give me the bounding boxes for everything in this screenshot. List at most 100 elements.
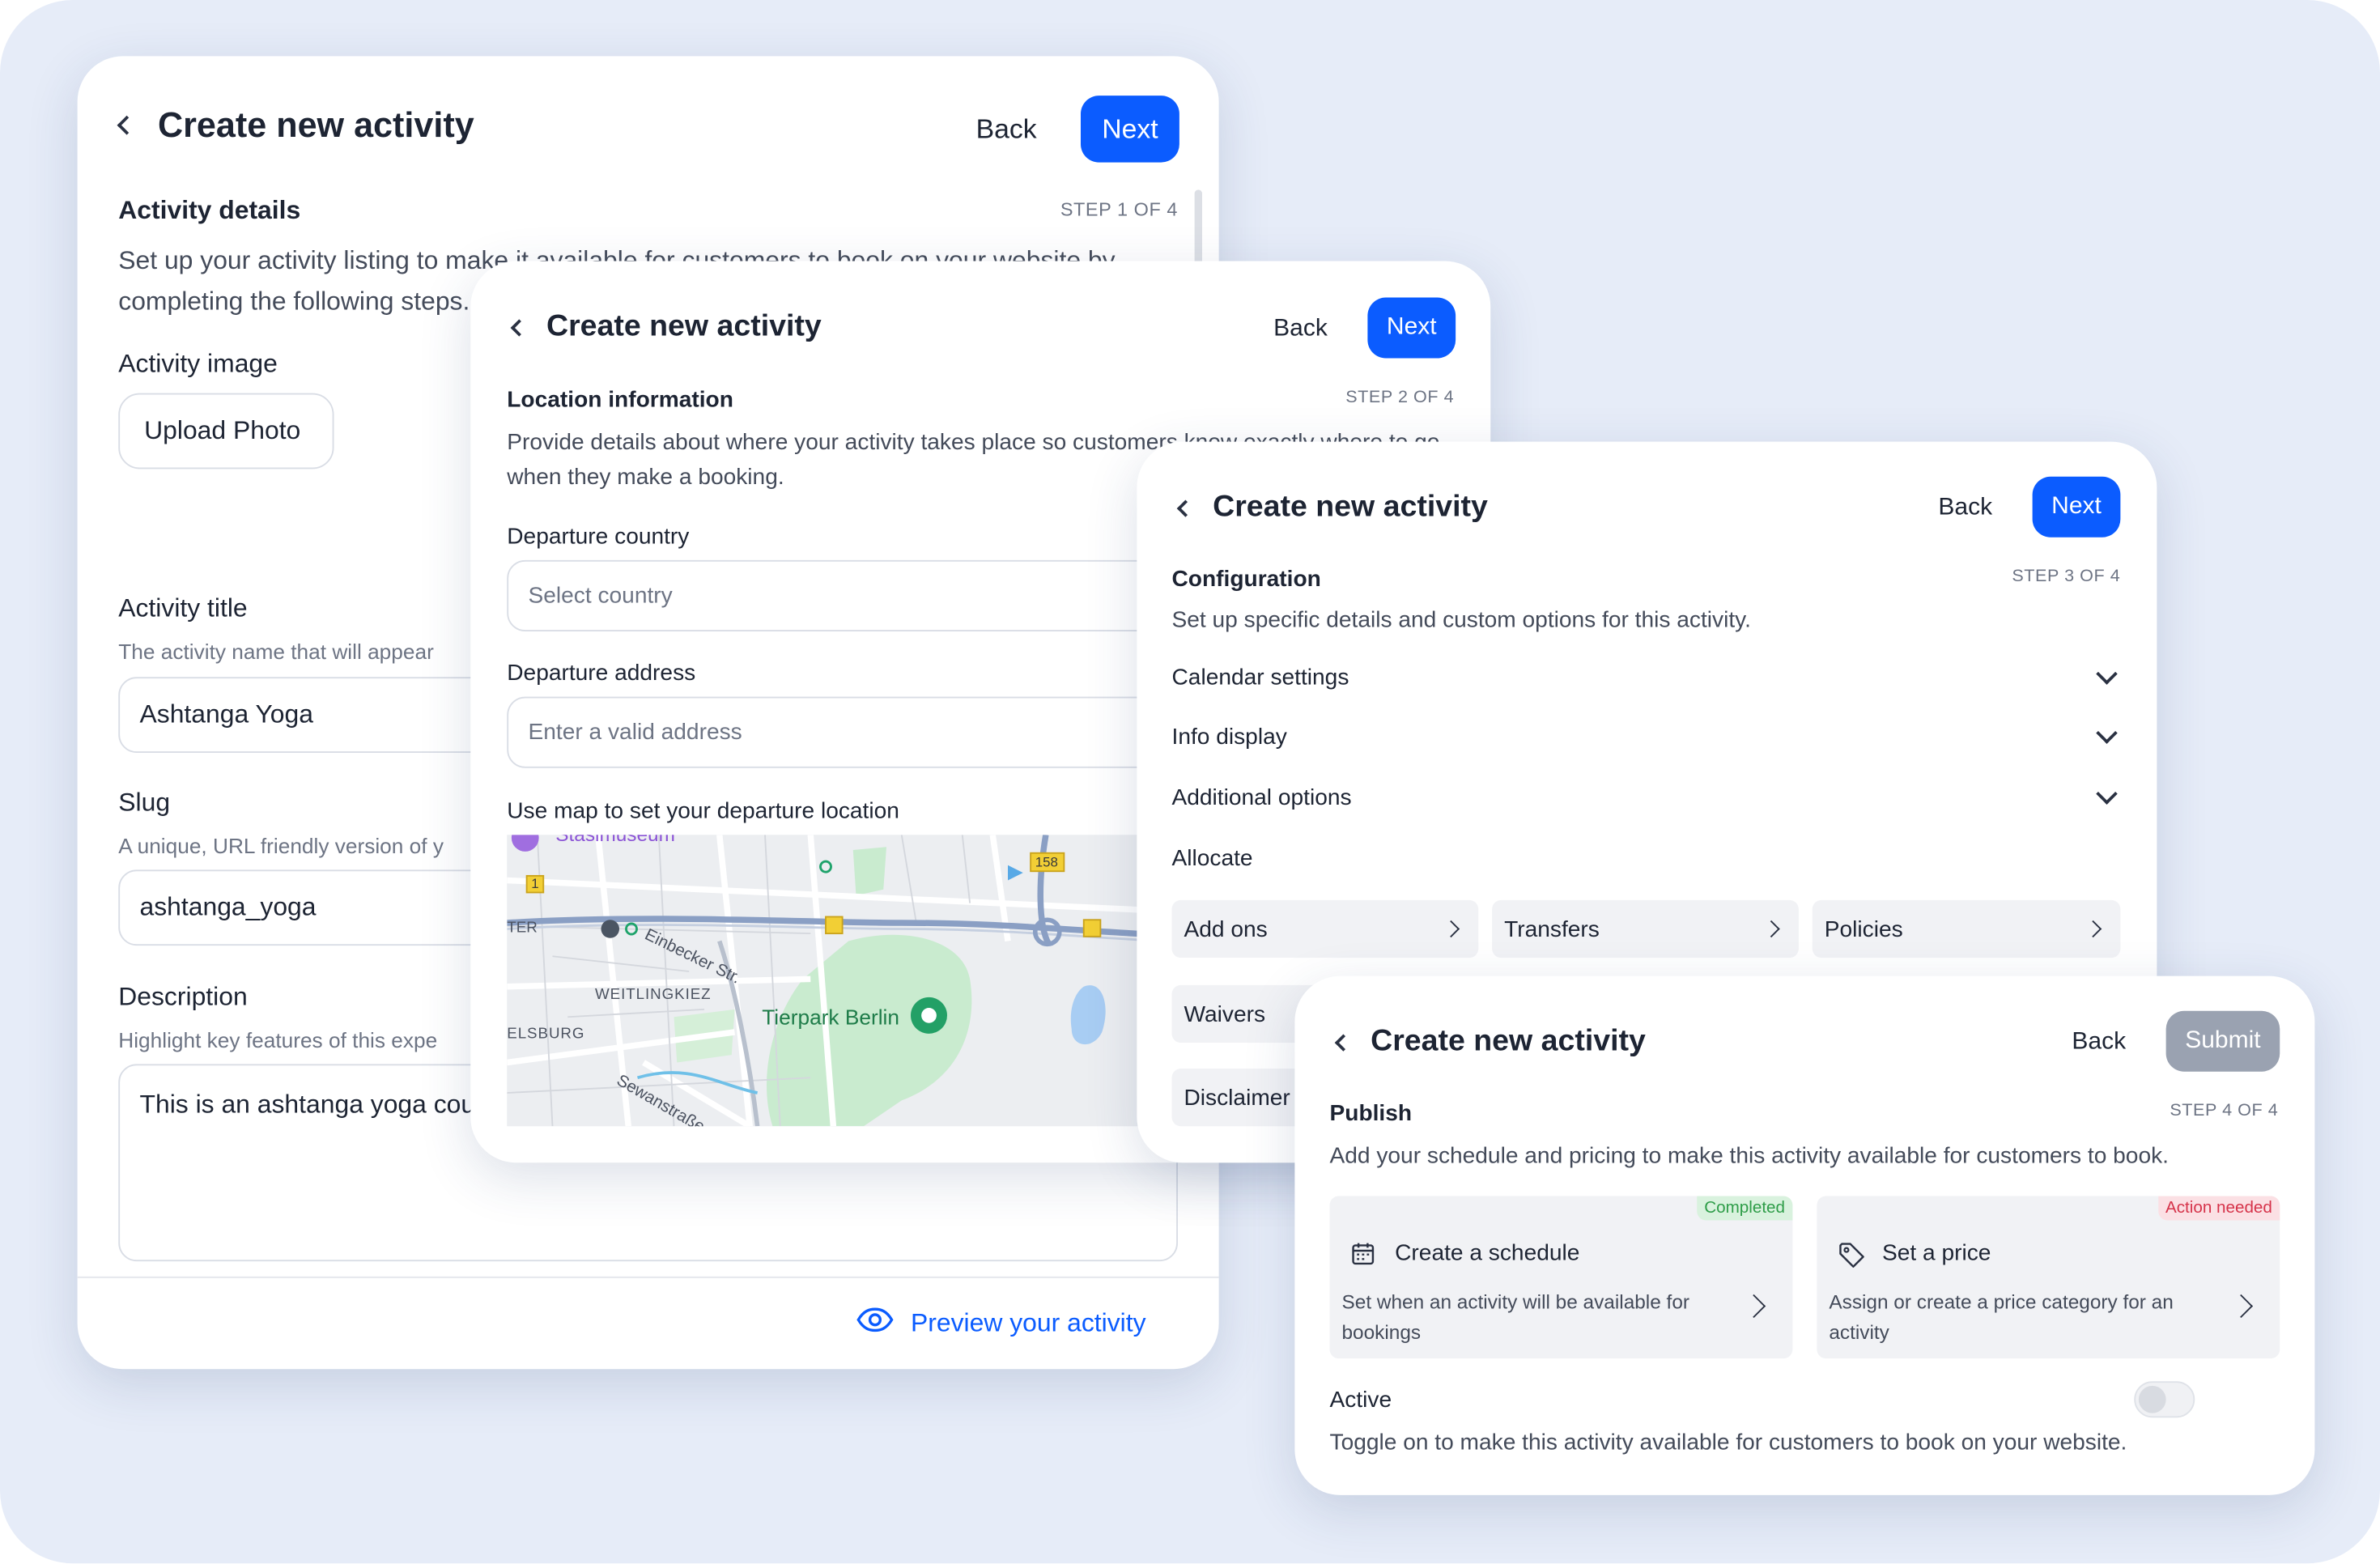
map-district-elsburg: ELSBURG	[507, 1026, 585, 1043]
page-title: Create new activity	[546, 309, 822, 343]
header-step-1: Create new activity	[117, 104, 474, 146]
map-poi-stasimuseum: Stasimuseum	[555, 835, 675, 845]
header-step-2: Create new activity	[510, 309, 822, 345]
stage: Create new activity Back Next Activity d…	[0, 0, 2380, 1564]
transfers-label: Transfers	[1504, 916, 1600, 942]
chevron-right-icon	[2229, 1294, 2254, 1319]
footer-divider	[77, 1276, 1219, 1278]
disclaimer-label: Disclaimer	[1184, 1084, 1290, 1111]
preview-label: Preview your activity	[911, 1308, 1146, 1337]
set-price-card[interactable]: Action needed Set a price Assign or crea…	[1817, 1196, 2280, 1359]
back-button[interactable]: Back	[1273, 316, 1328, 343]
section-title: Activity details	[118, 195, 301, 225]
map-graphic	[507, 835, 1160, 1127]
header-step-3: Create new activity	[1176, 490, 1488, 525]
upload-photo-label: Upload Photo	[144, 415, 301, 445]
chevron-right-icon	[2085, 920, 2102, 938]
chevron-left-icon[interactable]	[1334, 1033, 1352, 1051]
tag-icon	[1838, 1242, 1866, 1277]
create-schedule-text: Set when an activity will be available f…	[1341, 1290, 1689, 1344]
calendar-icon	[1351, 1242, 1375, 1273]
calendar-settings-label: Calendar settings	[1171, 665, 1349, 691]
page-title: Create new activity	[158, 104, 474, 145]
calendar-settings-row[interactable]: Calendar settings	[1171, 662, 2121, 691]
policies-label: Policies	[1824, 916, 1903, 942]
back-button[interactable]: Back	[976, 114, 1037, 146]
additional-options-row[interactable]: Additional options	[1171, 782, 2121, 811]
slug-hint: A unique, URL friendly version of y	[118, 833, 444, 858]
slug-value: ashtanga_yoga	[139, 892, 317, 922]
toggle-knob	[2138, 1385, 2166, 1413]
description-hint: Highlight key features of this expe	[118, 1027, 438, 1052]
chevron-left-icon[interactable]	[510, 318, 528, 336]
create-schedule-title: Create a schedule	[1395, 1239, 1580, 1266]
departure-address-input[interactable]: Enter a valid address	[507, 696, 1205, 768]
waivers-label: Waivers	[1184, 1001, 1266, 1027]
chevron-left-icon[interactable]	[1176, 499, 1194, 516]
section-description: Set up specific details and custom optio…	[1171, 607, 1751, 633]
add-ons-label: Add ons	[1184, 916, 1268, 942]
map-road-shield-1: 1	[531, 875, 539, 891]
active-description: Toggle on to make this activity availabl…	[1329, 1430, 2127, 1456]
map-label: Use map to set your departure location	[507, 798, 899, 825]
departure-country-select[interactable]: Select country	[507, 559, 1205, 631]
chevron-right-icon	[1762, 920, 1780, 938]
chevron-right-icon	[1442, 920, 1460, 938]
slug-label: Slug	[118, 788, 171, 817]
chevron-left-icon[interactable]	[117, 115, 137, 135]
chevron-down-icon	[2096, 782, 2118, 804]
section-title: Location information	[507, 387, 733, 413]
submit-button[interactable]: Submit	[2165, 1010, 2280, 1072]
active-toggle[interactable]	[2134, 1381, 2195, 1418]
create-schedule-card[interactable]: Completed Create a schedule Set when an …	[1329, 1196, 1793, 1359]
step-indicator: STEP 4 OF 4	[2170, 1102, 2279, 1120]
set-price-title: Set a price	[1882, 1239, 1991, 1266]
departure-address-label: Departure address	[507, 660, 696, 686]
activity-title-hint: The activity name that will appear	[118, 639, 434, 664]
chevron-down-icon	[2096, 721, 2118, 743]
section-title: Publish	[1329, 1100, 1413, 1127]
upload-photo-button[interactable]: Upload Photo	[118, 393, 334, 470]
activity-image-label: Activity image	[118, 349, 278, 378]
info-display-row[interactable]: Info display	[1171, 721, 2121, 750]
country-placeholder: Select country	[528, 583, 673, 609]
next-button[interactable]: Next	[2032, 476, 2121, 538]
next-button[interactable]: Next	[1081, 96, 1179, 163]
preview-link[interactable]: Preview your activity	[856, 1307, 1146, 1340]
step-indicator: STEP 2 OF 4	[1345, 389, 1455, 407]
page-title: Create new activity	[1371, 1024, 1646, 1058]
allocate-label: Allocate	[1171, 845, 1253, 872]
chevron-down-icon	[2096, 662, 2118, 684]
next-button[interactable]: Next	[1367, 297, 1456, 359]
chevron-right-icon	[1741, 1294, 1766, 1319]
description-label: Description	[118, 982, 248, 1011]
transfers-tile[interactable]: Transfers	[1492, 899, 1799, 958]
page-title: Create new activity	[1213, 490, 1488, 524]
completed-badge: Completed	[1696, 1196, 1793, 1221]
map-park-tierpark: Tierpark Berlin	[762, 1005, 899, 1030]
activity-title-value: Ashtanga Yoga	[139, 699, 314, 729]
info-display-label: Info display	[1171, 724, 1287, 750]
policies-tile[interactable]: Policies	[1812, 899, 2121, 958]
map-road-shield-158: 158	[1035, 854, 1058, 870]
activity-title-label: Activity title	[118, 593, 248, 623]
address-placeholder: Enter a valid address	[528, 719, 742, 746]
back-button[interactable]: Back	[1938, 495, 1992, 522]
card-step-4: Create new activity Back Submit Publish …	[1294, 975, 2315, 1495]
back-button[interactable]: Back	[2072, 1029, 2126, 1056]
action-needed-badge: Action needed	[2157, 1196, 2280, 1221]
map-edge-label: TER	[507, 920, 538, 937]
map-district-weitlingkiez: WEITLINGKIEZ	[595, 986, 712, 1004]
description-value: This is an ashtanga yoga cou	[139, 1090, 476, 1119]
additional-options-label: Additional options	[1171, 784, 1352, 811]
header-step-4: Create new activity	[1334, 1024, 1646, 1060]
section-description: Add your schedule and pricing to make th…	[1329, 1142, 2169, 1169]
step-indicator: STEP 1 OF 4	[1060, 198, 1178, 220]
active-label: Active	[1329, 1387, 1392, 1413]
add-ons-tile[interactable]: Add ons	[1171, 899, 1479, 958]
section-title: Configuration	[1171, 566, 1321, 593]
step-indicator: STEP 3 OF 4	[2012, 567, 2121, 586]
set-price-text: Assign or create a price category for an…	[1829, 1290, 2174, 1344]
location-map[interactable]: Stasimuseum Einbecker Str. WEITLINGKIEZ …	[507, 835, 1160, 1127]
departure-country-label: Departure country	[507, 523, 690, 550]
